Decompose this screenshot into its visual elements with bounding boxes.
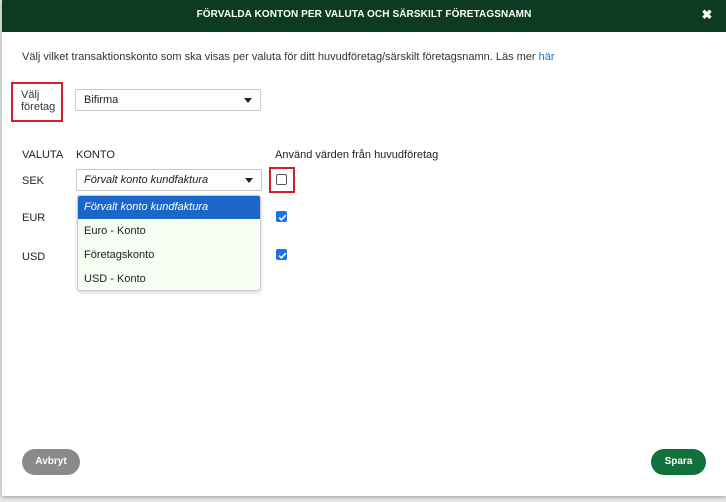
column-header-account: KONTO	[76, 149, 115, 161]
currency-sek: SEK	[22, 175, 45, 187]
column-header-currency: VALUTA	[22, 149, 64, 161]
company-label-line1: Välj	[21, 89, 40, 101]
chevron-down-icon	[244, 98, 252, 103]
dropdown-option[interactable]: USD - Konto	[78, 268, 260, 290]
chevron-down-icon	[245, 178, 253, 183]
account-select-value: Förvalt konto kundfaktura	[84, 174, 209, 186]
column-header-use-main: Använd värden från huvudföretag	[275, 149, 439, 161]
company-select[interactable]: Bifirma	[75, 89, 261, 111]
account-dropdown-list: Förvalt konto kundfaktura Euro - Konto F…	[77, 195, 261, 291]
dropdown-option[interactable]: Företagskonto	[78, 244, 260, 267]
checkmark-icon	[278, 214, 287, 221]
use-main-checkbox-eur[interactable]	[276, 211, 287, 222]
close-icon[interactable]: ✖	[700, 6, 714, 24]
read-more-link[interactable]: här	[539, 51, 555, 63]
company-select-value: Bifirma	[84, 94, 119, 106]
company-label-line2: företag	[21, 101, 56, 113]
currency-usd: USD	[22, 251, 46, 263]
currency-eur: EUR	[22, 212, 46, 224]
checkmark-icon	[278, 252, 287, 259]
dialog: FÖRVALDA KONTON PER VALUTA OCH SÄRSKILT …	[2, 0, 726, 496]
dropdown-option[interactable]: Förvalt konto kundfaktura	[78, 196, 260, 219]
company-label: Välj företag	[21, 89, 55, 113]
cancel-button[interactable]: Avbryt	[22, 449, 80, 475]
use-main-checkbox-sek[interactable]	[276, 174, 287, 185]
dialog-header: FÖRVALDA KONTON PER VALUTA OCH SÄRSKILT …	[2, 0, 726, 32]
intro-sentence: Välj vilket transaktionskonto som ska vi…	[22, 51, 539, 63]
intro-text: Välj vilket transaktionskonto som ska vi…	[22, 51, 555, 63]
use-main-checkbox-usd[interactable]	[276, 249, 287, 260]
dropdown-option[interactable]: Euro - Konto	[78, 220, 260, 243]
account-select-sek[interactable]: Förvalt konto kundfaktura	[76, 169, 262, 191]
save-button[interactable]: Spara	[651, 449, 706, 475]
dialog-title: FÖRVALDA KONTON PER VALUTA OCH SÄRSKILT …	[196, 9, 532, 20]
